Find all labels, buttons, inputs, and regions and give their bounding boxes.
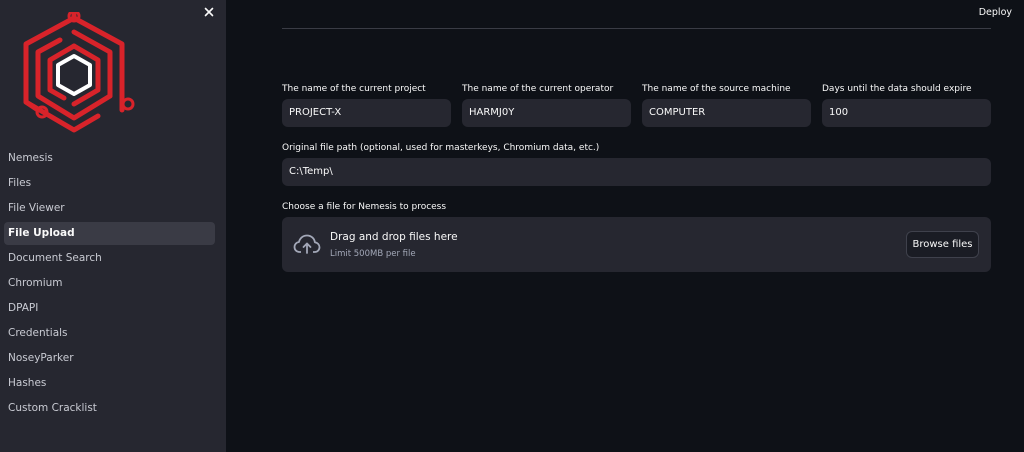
sidebar-nav: Nemesis Files File Viewer File Upload Do…: [0, 147, 226, 422]
nemesis-logo: [14, 9, 138, 140]
sidebar-item-file-upload[interactable]: File Upload: [4, 222, 215, 245]
dropzone-limit: Limit 500MB per file: [330, 249, 416, 259]
sidebar-item-nemesis[interactable]: Nemesis: [4, 147, 215, 170]
sidebar-item-hashes[interactable]: Hashes: [4, 372, 215, 395]
sidebar-item-custom-cracklist[interactable]: Custom Cracklist: [4, 397, 215, 420]
header-divider: [282, 28, 991, 29]
file-path-label: Original file path (optional, used for m…: [282, 143, 600, 153]
sidebar-item-file-viewer[interactable]: File Viewer: [4, 197, 215, 220]
sidebar: Nemesis Files File Viewer File Upload Do…: [0, 0, 226, 452]
browse-files-button[interactable]: Browse files: [906, 231, 979, 258]
sidebar-item-chromium[interactable]: Chromium: [4, 272, 215, 295]
file-path-input[interactable]: C:\Temp\: [282, 158, 991, 186]
sidebar-item-noseyparker[interactable]: NoseyParker: [4, 347, 215, 370]
close-sidebar-button[interactable]: [200, 3, 218, 21]
project-label: The name of the current project: [282, 84, 426, 94]
main-content: Deploy The name of the current project P…: [226, 0, 1024, 452]
cloud-upload-icon: [293, 234, 321, 254]
project-input[interactable]: PROJECT-X: [282, 99, 451, 127]
operator-label: The name of the current operator: [462, 84, 614, 94]
source-machine-label: The name of the source machine: [642, 84, 791, 94]
deploy-button[interactable]: Deploy: [979, 7, 1012, 18]
sidebar-item-files[interactable]: Files: [4, 172, 215, 195]
dropzone-title: Drag and drop files here: [330, 231, 458, 243]
expire-days-input[interactable]: 100: [822, 99, 991, 127]
expire-days-label: Days until the data should expire: [822, 84, 972, 94]
sidebar-item-document-search[interactable]: Document Search: [4, 247, 215, 270]
file-dropzone[interactable]: Drag and drop files here Limit 500MB per…: [282, 217, 991, 272]
sidebar-item-dpapi[interactable]: DPAPI: [4, 297, 215, 320]
close-icon: [204, 7, 214, 17]
app-window: Nemesis Files File Viewer File Upload Do…: [0, 0, 1024, 452]
upload-label: Choose a file for Nemesis to process: [282, 202, 447, 212]
sidebar-item-credentials[interactable]: Credentials: [4, 322, 215, 345]
source-machine-input[interactable]: COMPUTER: [642, 99, 811, 127]
operator-input[interactable]: HARMJ0Y: [462, 99, 631, 127]
